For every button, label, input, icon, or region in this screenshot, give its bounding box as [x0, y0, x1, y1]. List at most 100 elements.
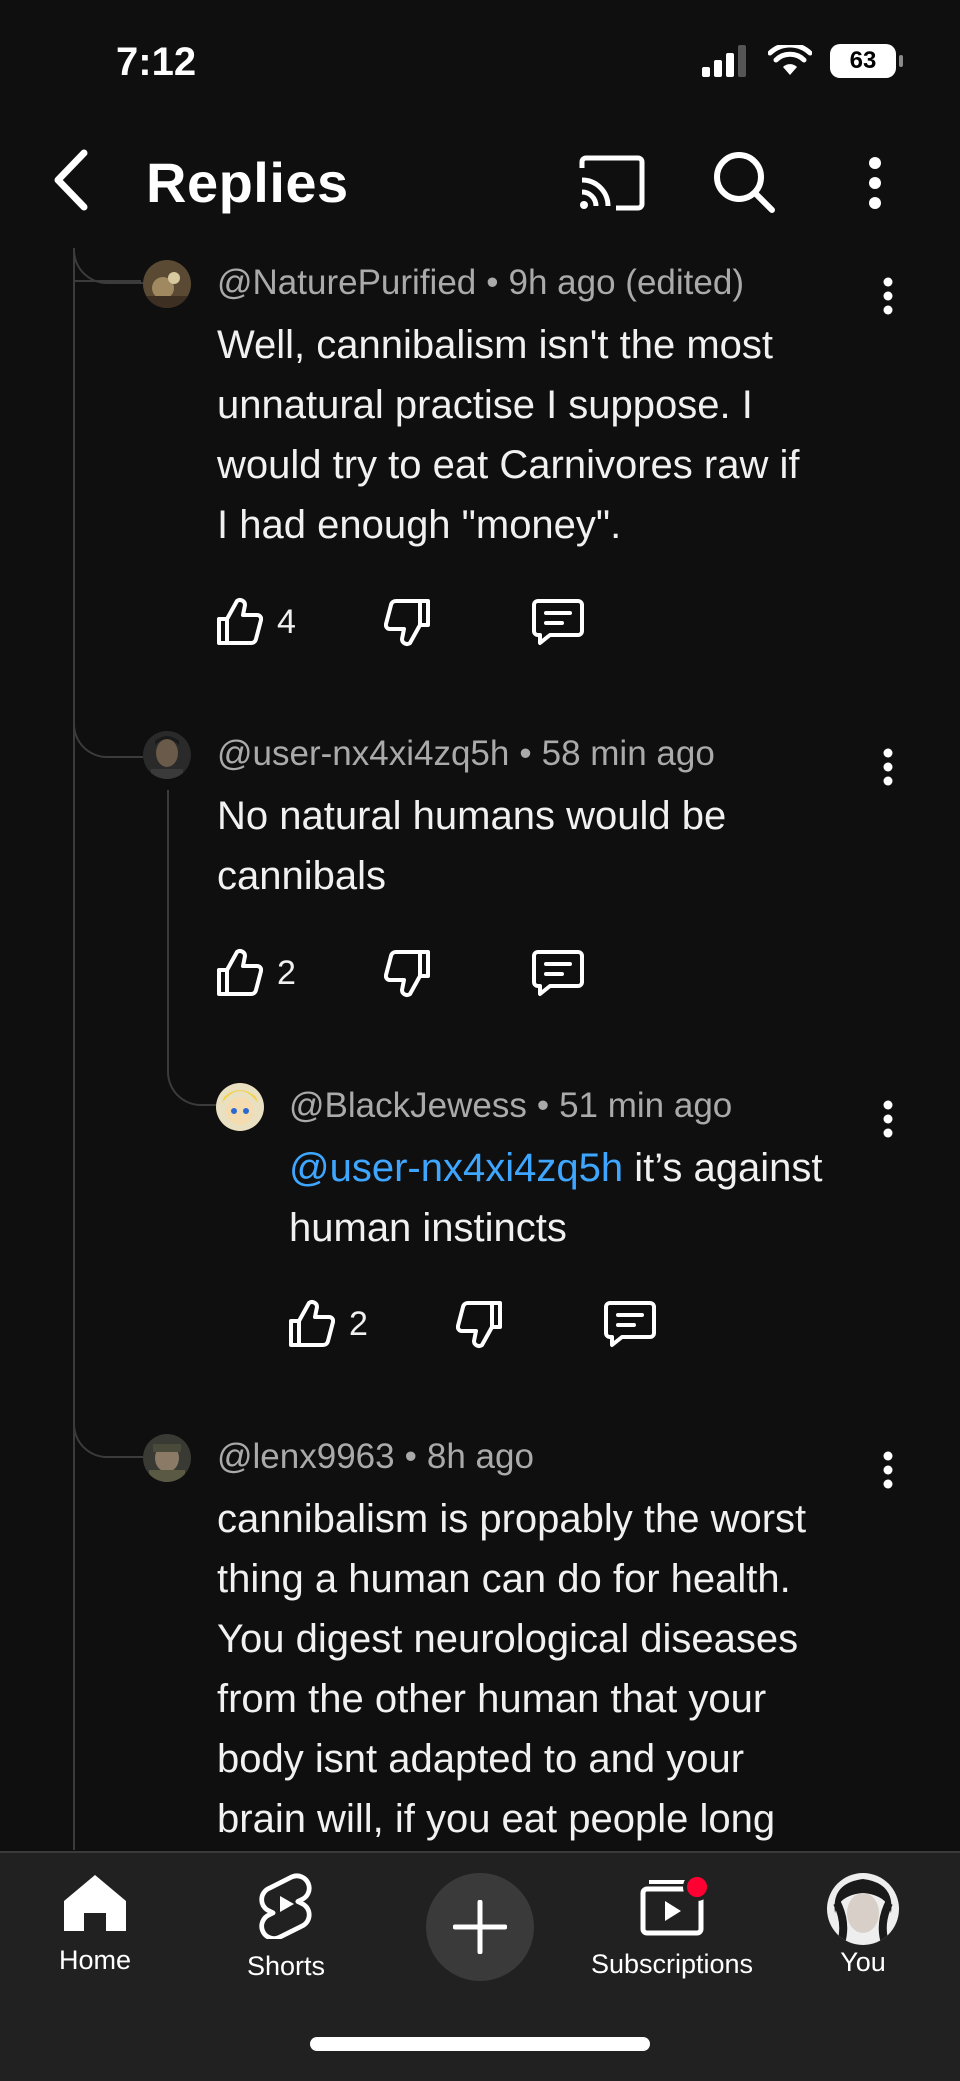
thumbs-up-icon	[217, 598, 263, 645]
comment-meta: @user-nx4xi4zq5h • 58 min ago	[217, 734, 715, 774]
page-title: Replies	[146, 151, 349, 214]
comment-icon	[603, 1301, 656, 1347]
separator: •	[519, 734, 532, 773]
separator: •	[486, 263, 499, 302]
more-vertical-icon	[883, 277, 893, 315]
comment-actions: 2	[215, 948, 584, 998]
comment-line-rest: it’s against	[623, 1146, 823, 1190]
more-options-button[interactable]	[860, 150, 890, 216]
comment-author[interactable]: @BlackJewess	[289, 1086, 527, 1125]
status-time: 7:12	[116, 40, 197, 84]
home-indicator[interactable]	[310, 2037, 650, 2051]
back-button[interactable]	[40, 145, 100, 215]
comment-menu-button[interactable]	[868, 1089, 908, 1149]
more-vertical-icon	[883, 1451, 893, 1489]
like-count: 2	[349, 1304, 368, 1343]
status-icons: 63	[702, 44, 903, 78]
avatar[interactable]	[216, 1083, 264, 1131]
thumbs-down-icon	[383, 599, 430, 646]
plus-icon	[453, 1900, 507, 1954]
separator: •	[404, 1437, 417, 1476]
comment-line: from the other human that your	[217, 1677, 767, 1721]
like-count: 2	[277, 953, 296, 992]
comment-menu-button[interactable]	[868, 266, 908, 326]
nav-label: Subscriptions	[590, 1949, 754, 1979]
comment-line: body isnt adapted to and your	[217, 1737, 745, 1781]
back-arrow-icon	[54, 149, 88, 211]
comment-icon	[531, 950, 584, 996]
comment-menu-button[interactable]	[868, 737, 908, 797]
nav-you[interactable]: You	[826, 1873, 900, 1978]
shorts-icon	[259, 1873, 312, 1939]
comment-actions: 2	[287, 1299, 656, 1349]
comment-author[interactable]: @user-nx4xi4zq5h	[217, 734, 509, 773]
search-button[interactable]	[710, 148, 778, 216]
comment-icon	[531, 599, 584, 645]
more-vertical-icon	[883, 748, 893, 786]
separator: •	[536, 1086, 550, 1125]
avatar[interactable]	[143, 1434, 191, 1482]
create-button[interactable]	[426, 1873, 534, 1981]
search-icon	[714, 152, 775, 213]
dislike-button[interactable]	[383, 597, 432, 647]
comment-line: No natural humans would be	[217, 794, 727, 838]
nav-home[interactable]: Home	[46, 1873, 144, 1976]
thread-connector	[73, 1390, 143, 1458]
nav-subscriptions[interactable]: Subscriptions	[580, 1873, 764, 1980]
more-vertical-icon	[869, 157, 881, 209]
reply-button[interactable]	[531, 948, 584, 998]
dislike-button[interactable]	[455, 1299, 504, 1349]
like-button[interactable]: 2	[215, 948, 296, 998]
comment-author[interactable]: @lenx9963	[217, 1437, 395, 1476]
comment-text: Well, cannibalism isn't the most unnatur…	[217, 315, 799, 555]
cellular-signal-icon	[702, 45, 746, 77]
avatar[interactable]	[143, 260, 191, 308]
comment-line: brain will, if you eat people long	[217, 1797, 776, 1841]
comment-menu-button[interactable]	[868, 1440, 908, 1500]
avatar[interactable]	[143, 731, 191, 779]
thumbs-up-icon	[289, 1300, 335, 1347]
like-button[interactable]: 4	[215, 597, 296, 647]
subscriptions-icon	[640, 1873, 709, 1936]
like-button[interactable]: 2	[287, 1299, 368, 1349]
comment-actions: 4	[215, 597, 584, 647]
comment-line: would try to eat Carnivores raw if	[217, 443, 800, 487]
comment-line: cannibalism is propably the worst	[217, 1497, 807, 1541]
reply-button[interactable]	[531, 597, 584, 647]
comment-line: thing a human can do for health.	[217, 1557, 791, 1601]
notification-dot	[683, 1873, 709, 1901]
comment-text: @user-nx4xi4zq5h it’s against human inst…	[289, 1138, 822, 1258]
comment-line: I had enough "money".	[217, 503, 622, 547]
comment-line: human instincts	[289, 1206, 567, 1250]
battery-indicator: 63	[830, 44, 903, 78]
avatar	[827, 1873, 899, 1945]
comment-meta: @NaturePurified • 9h ago (edited)	[217, 263, 744, 303]
wifi-icon	[768, 45, 812, 75]
comment-line: Well, cannibalism isn't the most	[217, 323, 773, 367]
more-vertical-icon	[883, 1100, 893, 1138]
comment-line: unnatural practise I suppose. I	[217, 383, 753, 427]
comment-author[interactable]: @NaturePurified	[217, 263, 476, 302]
like-count: 4	[277, 602, 296, 641]
comment-text: No natural humans would be cannibals	[217, 786, 726, 906]
comment-time: 58 min ago	[541, 734, 715, 773]
comment-time: 9h ago (edited)	[508, 263, 744, 302]
thread-line	[73, 250, 75, 1850]
cast-icon	[579, 155, 645, 211]
comment-time: 51 min ago	[559, 1086, 733, 1125]
thumbs-up-icon	[217, 949, 263, 996]
comment-text: cannibalism is propably the worst thing …	[217, 1489, 806, 1849]
nav-label: You	[840, 1947, 886, 1977]
comment-time: 8h ago	[426, 1437, 534, 1476]
comment-meta: @lenx9963 • 8h ago	[217, 1437, 534, 1477]
dislike-button[interactable]	[383, 948, 432, 998]
comment-meta: @BlackJewess • 51 min ago	[289, 1086, 732, 1126]
nav-shorts[interactable]: Shorts	[230, 1873, 342, 1982]
comment-line: You digest neurological diseases	[217, 1617, 799, 1661]
thumbs-down-icon	[383, 950, 430, 997]
cast-button[interactable]	[574, 152, 650, 214]
thumbs-down-icon	[455, 1301, 502, 1348]
comment-line: @user-nx4xi4zq5h it’s against	[289, 1138, 822, 1198]
mention-link[interactable]: @user-nx4xi4zq5h	[289, 1146, 623, 1190]
reply-button[interactable]	[603, 1299, 656, 1349]
